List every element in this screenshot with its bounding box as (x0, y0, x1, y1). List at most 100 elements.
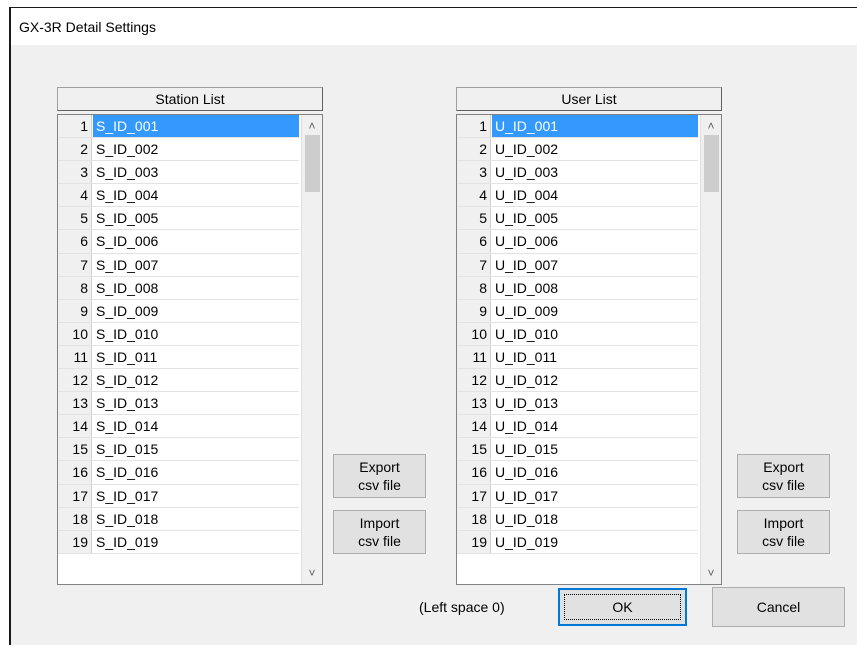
station-list-row[interactable]: 6 S_ID_006 (58, 230, 299, 254)
left-space-status: (Left space 0) (419, 599, 505, 615)
station-list-row-value[interactable]: S_ID_005 (93, 207, 299, 229)
user-list-row-value[interactable]: U_ID_015 (492, 438, 698, 460)
station-list-row[interactable]: 9 S_ID_009 (58, 299, 299, 323)
user-list-row[interactable]: 17 U_ID_017 (457, 484, 698, 508)
scrollbar-thumb[interactable] (704, 135, 719, 192)
station-list-row[interactable]: 8 S_ID_008 (58, 276, 299, 300)
station-list-row-number: 18 (58, 507, 92, 530)
chevron-down-icon[interactable]: ˅ (701, 564, 721, 582)
user-list-row[interactable]: 14 U_ID_014 (457, 415, 698, 439)
user-list-row-value[interactable]: U_ID_017 (492, 485, 698, 507)
station-list-row-number: 8 (58, 276, 92, 299)
station-list-row-value[interactable]: S_ID_004 (93, 184, 299, 206)
station-list-row[interactable]: 11 S_ID_011 (58, 345, 299, 370)
station-export-csv-button[interactable]: Export csv file (333, 454, 426, 498)
user-list-row[interactable]: 12 U_ID_012 (457, 369, 698, 393)
user-list-row-value[interactable]: U_ID_005 (492, 207, 698, 229)
chevron-down-icon[interactable]: ˅ (302, 564, 322, 582)
user-export-csv-button[interactable]: Export csv file (737, 454, 830, 498)
user-list-row[interactable]: 18 U_ID_018 (457, 507, 698, 531)
station-list-row[interactable]: 1 S_ID_001 (58, 115, 299, 139)
station-list-row-value[interactable]: S_ID_012 (93, 369, 299, 391)
user-list-row-value[interactable]: U_ID_001 (492, 115, 698, 138)
station-list-row-value[interactable]: S_ID_010 (93, 323, 299, 345)
user-list-row-value[interactable]: U_ID_004 (492, 184, 698, 206)
station-list-row-number: 10 (58, 322, 92, 345)
user-list-row[interactable]: 7 U_ID_007 (457, 253, 698, 277)
user-list-row[interactable]: 5 U_ID_005 (457, 207, 698, 231)
user-list-row[interactable]: 10 U_ID_010 (457, 322, 698, 346)
user-list-row-value[interactable]: U_ID_014 (492, 415, 698, 437)
station-list-scrollbar[interactable]: ˄ ˅ (301, 115, 322, 584)
station-list-row[interactable]: 13 S_ID_013 (58, 392, 299, 416)
station-list-row[interactable]: 3 S_ID_003 (58, 161, 299, 185)
station-list-row-value[interactable]: S_ID_007 (93, 254, 299, 276)
user-list-row-value[interactable]: U_ID_018 (492, 508, 698, 530)
cancel-button[interactable]: Cancel (712, 587, 845, 627)
user-import-csv-button[interactable]: Import csv file (737, 510, 830, 554)
user-list-row-value[interactable]: U_ID_013 (492, 392, 698, 414)
user-list-row[interactable]: 9 U_ID_009 (457, 299, 698, 323)
station-list-row-value[interactable]: S_ID_006 (93, 230, 299, 252)
user-list-row[interactable]: 11 U_ID_011 (457, 345, 698, 370)
user-list-row[interactable]: 2 U_ID_002 (457, 138, 698, 162)
user-list-row[interactable]: 16 U_ID_016 (457, 461, 698, 485)
chevron-up-icon[interactable]: ˄ (701, 117, 721, 135)
station-list-row-value[interactable]: S_ID_011 (93, 346, 299, 368)
station-import-csv-button[interactable]: Import csv file (333, 510, 426, 554)
user-list-row-value[interactable]: U_ID_012 (492, 369, 698, 391)
station-list-row[interactable]: 10 S_ID_010 (58, 322, 299, 346)
station-list-row-value[interactable]: S_ID_015 (93, 438, 299, 460)
station-list-row[interactable]: 5 S_ID_005 (58, 207, 299, 231)
station-list-row-value[interactable]: S_ID_008 (93, 277, 299, 299)
user-list-row[interactable]: 19 U_ID_019 (457, 530, 698, 554)
scrollbar-thumb[interactable] (305, 135, 320, 192)
user-list-scrollbar[interactable]: ˄ ˅ (700, 115, 721, 584)
station-list-row[interactable]: 16 S_ID_016 (58, 461, 299, 485)
station-list-row-number: 13 (58, 392, 92, 415)
ok-button[interactable]: OK (558, 588, 687, 626)
station-list-row[interactable]: 15 S_ID_015 (58, 438, 299, 462)
station-list-row[interactable]: 12 S_ID_012 (58, 369, 299, 393)
station-list-row[interactable]: 17 S_ID_017 (58, 484, 299, 508)
station-list-row-value[interactable]: S_ID_014 (93, 415, 299, 437)
user-list-row-number: 16 (457, 461, 491, 484)
user-list-row-value[interactable]: U_ID_008 (492, 277, 698, 299)
station-list-rows: 1 S_ID_001 2 S_ID_002 3 S_ID_003 4 S_ID_004 5 S_I… (58, 115, 299, 554)
station-list-row-value[interactable]: S_ID_009 (93, 300, 299, 322)
user-list[interactable]: 1 U_ID_001 2 U_ID_002 3 U_ID_003 4 U_ID_004 5 U_I… (456, 114, 722, 585)
user-list-row[interactable]: 3 U_ID_003 (457, 161, 698, 185)
user-list-row-value[interactable]: U_ID_019 (492, 531, 698, 553)
user-list-row-value[interactable]: U_ID_009 (492, 300, 698, 322)
user-list-row-value[interactable]: U_ID_010 (492, 323, 698, 345)
station-list-row-value[interactable]: S_ID_013 (93, 392, 299, 414)
station-list-row-value[interactable]: S_ID_019 (93, 531, 299, 553)
station-list-row[interactable]: 18 S_ID_018 (58, 507, 299, 531)
user-list-row-value[interactable]: U_ID_011 (492, 346, 698, 368)
station-list-row[interactable]: 4 S_ID_004 (58, 184, 299, 208)
user-list-row-value[interactable]: U_ID_006 (492, 230, 698, 252)
chevron-up-icon[interactable]: ˄ (302, 117, 322, 135)
station-list-row-value[interactable]: S_ID_001 (93, 115, 299, 138)
user-list-row-value[interactable]: U_ID_002 (492, 138, 698, 160)
user-list-row-value[interactable]: U_ID_007 (492, 254, 698, 276)
user-list-row-value[interactable]: U_ID_003 (492, 161, 698, 183)
station-list-row[interactable]: 2 S_ID_002 (58, 138, 299, 162)
user-list-row-value[interactable]: U_ID_016 (492, 461, 698, 483)
station-list-row-value[interactable]: S_ID_003 (93, 161, 299, 183)
user-list-row[interactable]: 13 U_ID_013 (457, 392, 698, 416)
station-list-row-value[interactable]: S_ID_002 (93, 138, 299, 160)
station-list[interactable]: 1 S_ID_001 2 S_ID_002 3 S_ID_003 4 S_ID_004 5 S_I… (57, 114, 323, 585)
station-list-row-value[interactable]: S_ID_018 (93, 508, 299, 530)
user-list-row[interactable]: 6 U_ID_006 (457, 230, 698, 254)
station-list-row[interactable]: 14 S_ID_014 (58, 415, 299, 439)
station-list-row[interactable]: 7 S_ID_007 (58, 253, 299, 277)
station-list-row-value[interactable]: S_ID_016 (93, 461, 299, 483)
station-list-row[interactable]: 19 S_ID_019 (58, 530, 299, 554)
user-list-row[interactable]: 4 U_ID_004 (457, 184, 698, 208)
user-list-row[interactable]: 8 U_ID_008 (457, 276, 698, 300)
station-list-row-value[interactable]: S_ID_017 (93, 485, 299, 507)
user-list-row[interactable]: 15 U_ID_015 (457, 438, 698, 462)
station-export-label-2: csv file (358, 477, 401, 493)
user-list-row[interactable]: 1 U_ID_001 (457, 115, 698, 139)
